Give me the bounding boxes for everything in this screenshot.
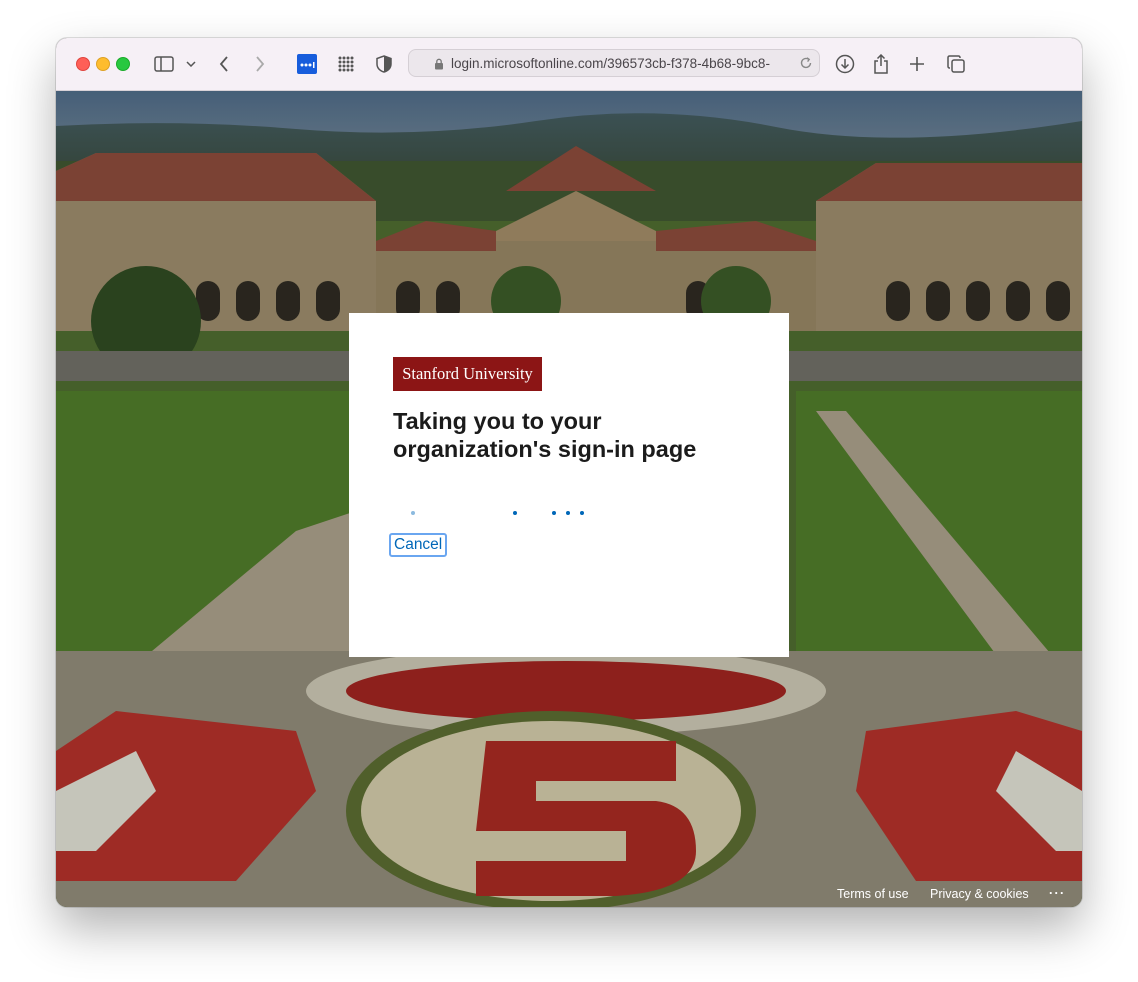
progress-dot (566, 511, 570, 515)
page-title: Taking you to your organization's sign-i… (393, 408, 697, 462)
download-icon[interactable] (834, 52, 856, 76)
new-tab-icon[interactable] (908, 52, 926, 76)
progress-dot (513, 511, 517, 515)
tabs-icon[interactable] (946, 52, 966, 76)
sidebar-icon[interactable] (153, 52, 175, 76)
cancel-button[interactable]: Cancel (389, 533, 448, 557)
close-window-button[interactable] (76, 57, 90, 71)
browser-window: login.microsoftonline.com/396573cb-f378-… (56, 38, 1082, 907)
page-content: Stanford University Taking you to your o… (56, 91, 1082, 907)
grid-icon[interactable] (336, 52, 356, 76)
privacy-cookies-link[interactable]: Privacy & cookies (930, 887, 1029, 901)
reload-icon[interactable] (799, 56, 813, 75)
lock-icon (434, 57, 444, 75)
browser-toolbar: login.microsoftonline.com/396573cb-f378-… (56, 38, 1082, 91)
password-manager-icon[interactable] (297, 52, 317, 76)
progress-dot (580, 511, 584, 515)
progress-dot (411, 511, 415, 515)
progress-dot (552, 511, 556, 515)
more-options-button[interactable]: ... (1049, 883, 1065, 897)
url-text: login.microsoftonline.com/396573cb-f378-… (451, 55, 770, 71)
chevron-down-icon[interactable] (185, 52, 197, 76)
back-icon[interactable] (216, 52, 232, 76)
minimize-window-button[interactable] (96, 57, 110, 71)
stanford-logo: Stanford University (393, 357, 542, 391)
terms-of-use-link[interactable]: Terms of use (837, 887, 909, 901)
zoom-window-button[interactable] (116, 57, 130, 71)
share-icon[interactable] (871, 52, 891, 76)
forward-icon[interactable] (252, 52, 268, 76)
shield-icon[interactable] (375, 52, 393, 76)
sign-in-redirect-card: Stanford University Taking you to your o… (349, 313, 789, 657)
address-bar[interactable]: login.microsoftonline.com/396573cb-f378-… (408, 49, 820, 77)
